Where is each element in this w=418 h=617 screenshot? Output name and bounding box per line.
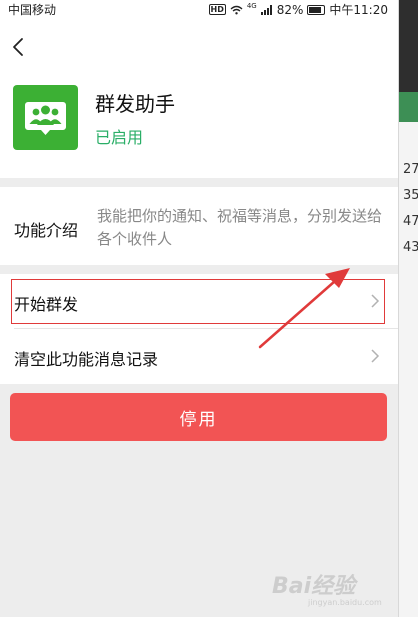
function-intro-card: 功能介绍 我能把你的通知、祝福等消息，分别发送给各个收件人 bbox=[0, 187, 398, 265]
status-bar: 中国移动 HD 4G 82% 中午11:20 bbox=[0, 0, 398, 18]
intro-label: 功能介绍 bbox=[14, 221, 79, 240]
battery-percent: 82% bbox=[276, 2, 304, 17]
watermark-sub: jingyan.baidu.com bbox=[308, 598, 382, 607]
status-indicators: HD 4G 82% 中午11:20 bbox=[208, 1, 388, 18]
list-item-label: 清空此功能消息记录 bbox=[14, 350, 159, 369]
strip-dark-area bbox=[399, 0, 418, 92]
carrier-label: 中国移动 bbox=[8, 3, 57, 17]
phone-screen: 中国移动 HD 4G 82% 中午11:20 群发助手 已启用 功能介绍 我能把… bbox=[0, 0, 398, 617]
strip-number: 35 bbox=[403, 188, 418, 203]
strip-green-bar bbox=[399, 92, 418, 122]
red-arrow-annotation bbox=[258, 268, 350, 349]
intro-text: 我能把你的通知、祝福等消息，分别发送给各个收件人 bbox=[97, 207, 383, 248]
disable-button[interactable]: 停用 bbox=[10, 393, 387, 441]
app-status: 已启用 bbox=[95, 128, 144, 147]
watermark-text: Bai经验 bbox=[272, 574, 356, 599]
group-users-icon bbox=[25, 102, 66, 135]
battery-icon bbox=[307, 4, 326, 15]
app-name: 群发助手 bbox=[95, 92, 175, 116]
hd-badge: HD bbox=[208, 4, 226, 15]
strip-number: 43 bbox=[403, 240, 418, 255]
network-type-label: 4G bbox=[246, 1, 257, 10]
strip-number: 27 bbox=[403, 162, 418, 177]
background-window-strip: 27 35 47 43 bbox=[398, 0, 418, 617]
group-message-icon bbox=[13, 85, 78, 150]
strip-number: 47 bbox=[403, 214, 418, 229]
wifi-icon bbox=[230, 5, 243, 14]
chevron-right-icon bbox=[371, 349, 380, 363]
clock: 中午11:20 bbox=[329, 3, 388, 17]
signal-icon bbox=[260, 4, 272, 15]
app-header: 群发助手 已启用 bbox=[0, 18, 398, 178]
baidu-jingyan-watermark: Bai经验 jingyan.baidu.com bbox=[272, 560, 398, 610]
chevron-left-icon[interactable] bbox=[8, 36, 30, 58]
